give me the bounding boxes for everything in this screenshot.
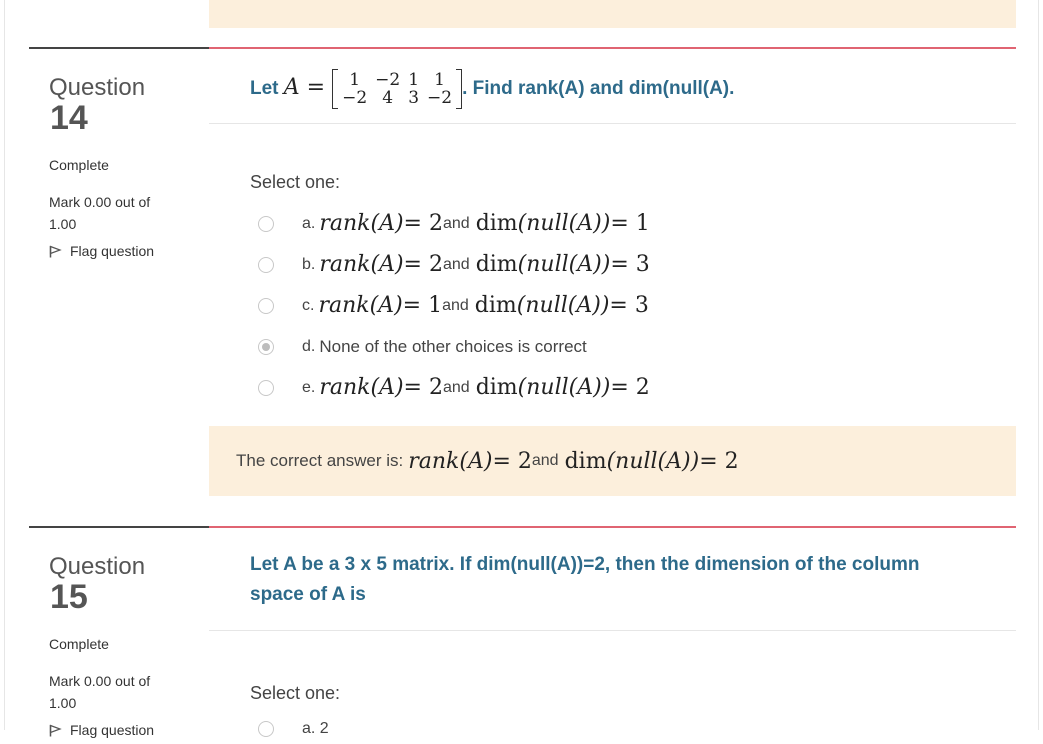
and-text: and (442, 214, 470, 232)
math-dim: dim (564, 448, 607, 474)
option-letter: d. (302, 337, 316, 355)
math-rank: rank (408, 448, 460, 474)
math-rank: rank (319, 375, 371, 400)
math-eq1: = 2 (403, 211, 443, 236)
radio-button[interactable] (258, 297, 274, 314)
flag-icon (49, 245, 62, 257)
math-dim: dim (475, 211, 518, 236)
math-eq1: = 1 (402, 293, 443, 318)
math-eq2: = 2 (610, 375, 650, 400)
math-rank: rank (319, 211, 371, 236)
flag-icon (49, 724, 62, 736)
math-dim: dim (475, 252, 518, 277)
and-text: and (442, 378, 470, 396)
and-text: and (442, 296, 469, 314)
matrix-A: 1 −2 1 1 −2 4 3 −2 (332, 69, 463, 109)
math-eq2: = 3 (609, 293, 649, 318)
matrix-cell: 1 (434, 70, 445, 90)
and-text: and (442, 255, 470, 273)
matrix-cell: 3 (408, 88, 420, 108)
question-14-info: Question 14 Complete Mark 0.00 out of 1.… (29, 47, 209, 519)
question-label: Question (49, 553, 146, 580)
flag-label: Flag question (70, 243, 155, 259)
math-A: (A) (370, 211, 404, 236)
math-dim: dim (474, 293, 517, 318)
math-eq2: = 1 (610, 211, 650, 236)
question-grade: Mark 0.00 out of 1.00 (49, 673, 151, 711)
radio-button[interactable] (258, 215, 274, 232)
matrix-cell: −2 (427, 88, 453, 108)
question-text-prefix: Let (250, 78, 284, 100)
right-border (1038, 0, 1039, 730)
matrix-cell: 1 (408, 70, 420, 90)
option-letter: b. (302, 255, 316, 273)
question-15-info: Question 15 Complete Mark 0.00 out of 1.… (29, 526, 209, 738)
correct-answer-feedback: The correct answer is: rank (A) = 2 and dim(… (209, 426, 1016, 496)
option-letter: c. (302, 296, 315, 314)
math-null: (null(A)) (517, 252, 611, 277)
question-state: Complete (49, 157, 109, 173)
question-number: 14 (50, 99, 88, 137)
answer-option-d[interactable]: d. None of the other choices is correct (258, 326, 1016, 367)
select-one-prompt: Select one: (250, 172, 341, 192)
question-15-content: Let A be a 3 x 5 matrix. If dim(null(A))… (209, 526, 1016, 744)
question-text: Let A = 1 −2 1 1 −2 4 3 −2 . Find rank(A… (209, 49, 1016, 124)
math-A: (A) (370, 375, 404, 400)
answer-option-e[interactable]: e. rank (A) = 2 and dim (null(A)) = 2 (258, 367, 1016, 408)
math-rank: rank (318, 293, 370, 318)
answer-options: a. rank (A) = 2 and dim (null(A)) = 1 b. rank(… (258, 203, 1016, 408)
radio-button[interactable] (258, 721, 274, 737)
matrix-variable: A (283, 75, 300, 101)
option-text: None of the other choices is correct (319, 336, 587, 356)
left-border (4, 0, 5, 730)
math-dim: dim (475, 375, 518, 400)
radio-button-selected[interactable] (258, 338, 274, 355)
flag-question-link[interactable]: Flag question (49, 243, 209, 259)
answer-option-a[interactable]: a. rank (A) = 2 and dim (null(A)) = 1 (258, 203, 1016, 244)
math-rank: rank (319, 252, 371, 277)
radio-button[interactable] (258, 256, 274, 273)
and-text: and (531, 452, 559, 469)
question-14-content: Let A = 1 −2 1 1 −2 4 3 −2 . Find rank(A… (209, 47, 1016, 496)
feedback-prefix: The correct answer is: (236, 451, 404, 470)
answer-option-c[interactable]: c. rank (A) = 1 and dim (null(A)) = 3 (258, 285, 1016, 326)
matrix-cell: 4 (382, 88, 394, 108)
option-letter: a. (302, 214, 316, 232)
answer-options: a. 2 (258, 714, 1016, 744)
matrix-cell: −2 (375, 70, 401, 90)
question-state: Complete (49, 636, 109, 652)
flag-label: Flag question (70, 722, 155, 738)
math-null: (null(A)) (606, 448, 700, 474)
question-label: Question (49, 74, 146, 101)
option-letter: e. (302, 378, 316, 396)
select-one-prompt: Select one: (250, 683, 341, 703)
answer-option-a[interactable]: a. 2 (258, 714, 1016, 744)
math-A: (A) (370, 252, 404, 277)
question-text-suffix: . Find rank(A) and dim(null(A). (462, 78, 735, 100)
math-null: (null(A)) (516, 293, 610, 318)
math-A: (A) (459, 448, 493, 474)
radio-button[interactable] (258, 379, 274, 396)
answer-option-b[interactable]: b. rank (A) = 2 and dim (null(A)) = 3 (258, 244, 1016, 285)
question-number: 15 (50, 578, 88, 616)
math-A: (A) (369, 293, 403, 318)
question-text: Let A be a 3 x 5 matrix. If dim(null(A))… (209, 528, 1016, 631)
math-null: (null(A)) (517, 375, 611, 400)
previous-feedback-panel (209, 0, 1016, 28)
math-eq1: = 2 (403, 375, 443, 400)
question-grade: Mark 0.00 out of 1.00 (49, 194, 151, 232)
equals-sign: = (299, 75, 333, 101)
math-eq2: = 2 (699, 448, 739, 474)
math-eq2: = 3 (610, 252, 650, 277)
option-text: a. 2 (302, 720, 329, 737)
matrix-cell: −2 (342, 88, 368, 108)
math-eq1: = 2 (492, 448, 532, 474)
math-null: (null(A)) (517, 211, 611, 236)
flag-question-link[interactable]: Flag question (49, 722, 209, 738)
matrix-cell: 1 (349, 70, 361, 90)
math-eq1: = 2 (403, 252, 443, 277)
